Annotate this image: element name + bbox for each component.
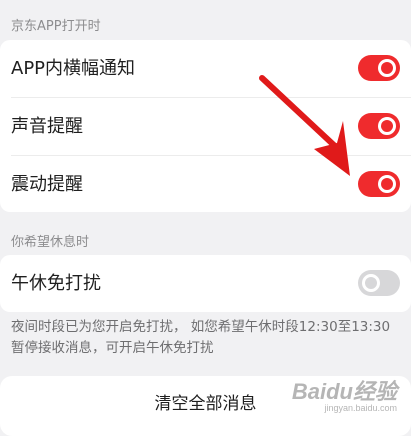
app-open-settings-card: APP内横幅通知 声音提醒 震动提醒 — [0, 40, 411, 212]
row-label-app-banner: APP内横幅通知 — [11, 58, 136, 79]
vibrate-toggle[interactable] — [358, 171, 400, 197]
row-nap-do-not-disturb[interactable]: 午休免打扰 — [0, 255, 411, 312]
toggle-knob — [362, 274, 380, 292]
baidu-jingyan-watermark: Baidu经验 jingyan.baidu.com — [292, 381, 397, 414]
watermark-brand: Baidu经验 — [291, 379, 397, 404]
nap-toggle[interactable] — [358, 270, 400, 296]
row-label-vibrate: 震动提醒 — [11, 174, 83, 195]
section-header-app-open: 京东APP打开时 — [11, 19, 101, 34]
row-vibrate-reminder[interactable]: 震动提醒 — [0, 156, 411, 213]
toggle-knob — [378, 117, 396, 135]
toggle-knob — [378, 175, 396, 193]
rest-settings-card: 午休免打扰 — [0, 255, 411, 312]
row-label-nap: 午休免打扰 — [11, 273, 101, 294]
row-app-banner-notification[interactable]: APP内横幅通知 — [0, 40, 411, 97]
row-sound-reminder[interactable]: 声音提醒 — [0, 98, 411, 155]
toggle-knob — [378, 59, 396, 77]
watermark-url: jingyan.baidu.com — [324, 403, 397, 413]
app-banner-toggle[interactable] — [358, 55, 400, 81]
sound-toggle[interactable] — [358, 113, 400, 139]
section-header-rest: 你希望休息时 — [11, 235, 90, 250]
row-label-sound: 声音提醒 — [11, 116, 83, 137]
do-not-disturb-note: 夜间时段已为您开启免打扰， 如您希望午休时段12:30至13:30暂停接收消息，… — [11, 319, 391, 356]
